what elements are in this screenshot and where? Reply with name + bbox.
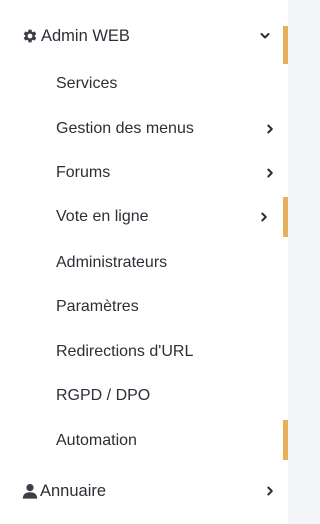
menu-item-label: Admin WEB xyxy=(41,26,130,45)
submenu-item-label: Forums xyxy=(56,164,111,181)
submenu-item-administrateurs[interactable]: Administrateurs xyxy=(0,243,288,283)
submenu-item-label: Paramètres xyxy=(56,298,139,315)
submenu-item-label: Vote en ligne xyxy=(56,208,149,225)
chevron-right-icon[interactable] xyxy=(258,211,270,223)
submenu-item-forums[interactable]: Forums xyxy=(0,153,288,193)
user-icon xyxy=(22,483,38,499)
menu-item-annuaire[interactable]: Annuaire xyxy=(0,471,288,511)
submenu-item-services[interactable]: Services xyxy=(0,64,288,104)
submenu-item-gestion-des-menus[interactable]: Gestion des menus xyxy=(0,109,288,149)
menu-item-admin-web[interactable]: Admin WEB xyxy=(0,16,288,56)
submenu-item-rgpd-dpo[interactable]: RGPD / DPO xyxy=(0,376,288,416)
submenu-item-redirections-url[interactable]: Redirections d'URL xyxy=(0,332,288,372)
chevron-right-icon[interactable] xyxy=(264,485,276,497)
chevron-right-icon[interactable] xyxy=(264,123,276,135)
chevron-right-icon[interactable] xyxy=(264,167,276,179)
submenu-item-label: Services xyxy=(56,75,118,92)
submenu-item-label: Redirections d'URL xyxy=(56,343,194,360)
gear-icon xyxy=(22,28,38,44)
admin-sidebar-menu: Admin WEB Services Gestion des menus For… xyxy=(0,0,288,524)
chevron-down-icon[interactable] xyxy=(259,30,271,42)
submenu-item-label: RGPD / DPO xyxy=(56,387,151,404)
submenu-item-label: Gestion des menus xyxy=(56,120,194,137)
submenu-item-label: Automation xyxy=(56,432,137,449)
submenu-item-vote-en-ligne[interactable]: Vote en ligne xyxy=(0,197,288,237)
submenu-item-label: Administrateurs xyxy=(56,254,168,271)
submenu-item-automation[interactable]: Automation xyxy=(0,421,288,461)
submenu-item-parametres[interactable]: Paramètres xyxy=(0,287,288,327)
menu-item-label: Annuaire xyxy=(40,481,107,500)
